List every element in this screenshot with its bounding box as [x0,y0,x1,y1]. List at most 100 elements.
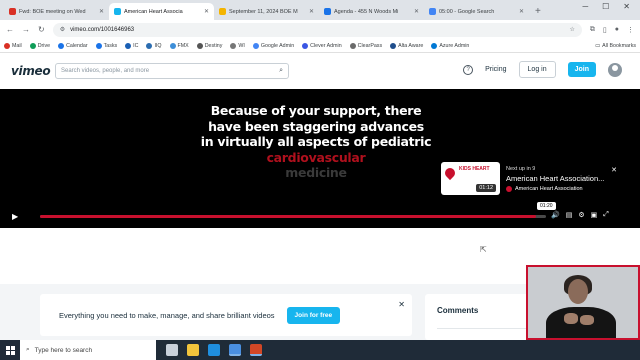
tab-title: Agenda - 455 N Woods Mi [334,8,399,15]
chrome-icon[interactable] [229,344,241,356]
window-controls: ─ ☐ ✕ [582,2,640,11]
join-promo-banner: Everything you need to make, manage, and… [40,294,412,336]
windows-taskbar: ⌕ Type here to search [0,340,640,360]
bookmark-item[interactable]: Drive [29,42,50,49]
heart-logo-icon [442,165,458,181]
bookmark-label: FMX [177,42,189,49]
help-icon[interactable]: ? [463,64,474,75]
browser-tab-strip: Fwd: BOE meeting on Wed ✕ American Heart A… [0,0,640,20]
bookmark-item[interactable]: Azure Admin [431,42,470,49]
bookmark-item[interactable]: Mail [4,42,22,49]
bookmark-item[interactable]: IIQ [146,42,162,49]
taskbar-search-input[interactable]: ⌕ Type here to search [20,340,156,360]
volume-icon[interactable]: 🔊 [551,211,560,219]
bookmark-icon [252,42,259,49]
bookmark-label: WI [238,42,245,49]
bookmark-item[interactable]: Clever Admin [302,42,342,49]
bookmark-item[interactable]: Alta Aware [390,42,423,49]
extensions-icon[interactable]: ⧉ [590,26,595,34]
bookmark-item[interactable]: Calendar [58,42,88,49]
bookmark-item[interactable]: Tasks [95,42,117,49]
close-up-next-icon[interactable]: ✕ [611,166,617,174]
pip-icon[interactable]: ▣ [591,211,598,219]
forward-icon[interactable]: → [22,25,30,34]
address-bar[interactable]: ⚙ vimeo.com/1001646963 ☆ [52,22,582,37]
close-tab-icon[interactable]: ✕ [519,8,524,15]
all-bookmarks[interactable]: ▭ All Bookmarks [595,43,636,49]
close-promo-icon[interactable]: ✕ [398,300,405,309]
taskbar-search-placeholder: Type here to search [34,346,93,354]
bookmark-icon [390,42,397,49]
browser-tab[interactable]: Fwd: BOE meeting on Wed ✕ [4,3,109,20]
close-tab-icon[interactable]: ✕ [204,8,209,15]
join-button[interactable]: Join [567,62,596,77]
sidepanel-icon[interactable]: ▯ [603,26,607,34]
close-window-icon[interactable]: ✕ [623,2,630,11]
browser-tab[interactable]: American Heart Associa ✕ [109,3,214,20]
player-controls: ▶ 01:20 🔊 ▤ ⚙ ▣ ⤢ [0,202,640,228]
settings-icon[interactable]: ⚙ [578,211,584,219]
search-icon[interactable]: ⌕ [279,67,283,75]
maximize-icon[interactable]: ☐ [602,2,609,11]
close-tab-icon[interactable]: ✕ [99,8,104,15]
edge-icon[interactable] [208,344,220,356]
vimeo-header: vimeo Search videos, people, and more ⌕ … [0,53,640,89]
browser-tab[interactable]: September 11, 2024 BOE M ✕ [214,3,319,20]
bookmark-item[interactable]: ClearPass [349,42,383,49]
favicon-icon [114,8,121,15]
bookmark-item[interactable]: IC [125,42,138,49]
bookmark-label: Calendar [66,42,88,49]
channel-name: American Heart Association [515,186,583,192]
taskbar-apps [156,340,262,360]
bookmark-icon [58,42,65,49]
search-input[interactable]: Search videos, people, and more ⌕ [55,63,289,79]
play-icon[interactable]: ▶ [12,212,18,221]
task-view-icon[interactable] [166,344,178,356]
bookmark-star-icon[interactable]: ☆ [570,26,575,33]
vimeo-logo[interactable]: vimeo [11,64,51,78]
progress-bar[interactable] [40,215,546,218]
file-explorer-icon[interactable] [187,344,199,356]
video-player[interactable]: Because of your support, there have been… [0,89,640,228]
avatar-icon[interactable] [608,62,622,77]
new-tab-button[interactable]: + [529,3,547,20]
login-button[interactable]: Log in [518,61,556,78]
up-next-title[interactable]: American Heart Association... [506,174,616,183]
browser-tab[interactable]: 05:00 - Google Search ✕ [424,3,529,20]
bookmark-label: ClearPass [357,42,383,49]
bookmark-list: Mail Drive Calendar Tasks IC IIQ FMX Destiny WI G… [4,42,470,49]
caption-grey: medicine [285,165,347,180]
bookmark-icon [4,42,10,49]
mouse-cursor-icon: ⇱ [480,245,487,254]
captions-icon[interactable]: ▤ [566,211,573,219]
bookmark-item[interactable]: Google Admin [252,42,294,49]
fullscreen-icon[interactable]: ⤢ [603,211,609,219]
progress-fill [40,215,536,218]
bookmark-item[interactable]: WI [230,42,245,49]
channel-icon [506,186,512,192]
bookmark-icon [29,42,36,49]
powerpoint-icon[interactable] [250,344,262,356]
up-next-thumbnail[interactable]: KIDS HEART 01:12 [441,162,500,195]
bookmark-icon [146,42,153,49]
bookmark-item[interactable]: FMX [169,42,189,49]
close-tab-icon[interactable]: ✕ [414,8,419,15]
bookmark-label: Clever Admin [310,42,342,49]
tab-title: American Heart Associa [124,8,183,15]
join-for-free-button[interactable]: Join for free [286,306,341,324]
bookmark-item[interactable]: Destiny [196,42,222,49]
minimize-icon[interactable]: ─ [582,2,588,11]
browser-tab[interactable]: Agenda - 455 N Woods Mi ✕ [319,3,424,20]
up-next-channel[interactable]: American Heart Association [506,186,583,192]
bookmark-label: Azure Admin [439,42,470,49]
site-info-icon[interactable]: ⚙ [60,26,65,33]
start-button[interactable] [0,345,20,355]
pricing-link[interactable]: Pricing [485,66,506,73]
close-tab-icon[interactable]: ✕ [309,8,314,15]
profile-icon[interactable]: ● [615,26,619,33]
reload-icon[interactable]: ↻ [38,25,45,34]
menu-icon[interactable]: ⋮ [627,26,634,34]
back-icon[interactable]: ← [6,25,14,34]
interpreter-video-inset [526,265,640,340]
up-next-card[interactable]: KIDS HEART 01:12 Next up in 9 American H… [438,159,628,199]
